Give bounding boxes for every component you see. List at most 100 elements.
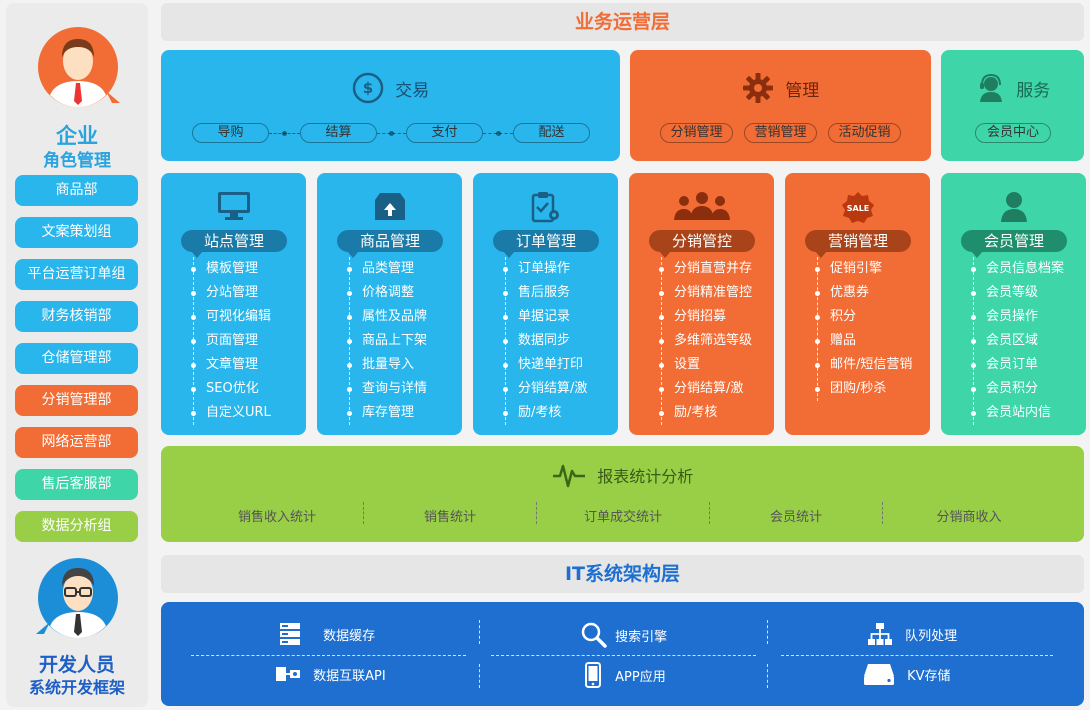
department-button[interactable]: 商品部 (15, 175, 138, 206)
module-item[interactable]: 邮件/短信营销 (815, 353, 927, 377)
report-item[interactable]: 分销商收入 (909, 506, 1029, 525)
hierarchy-icon (868, 623, 892, 645)
module-title-tag[interactable]: 商品管理 (337, 230, 443, 258)
it-vdivider (479, 664, 480, 688)
module-item-list: 分销直营并存 分销精准管控 分销招募 多维筛选等级 设置 分销结算/激 励/考核 (659, 257, 771, 425)
report-item[interactable]: 会员统计 (736, 506, 856, 525)
module-item[interactable]: 团购/秒杀 (815, 377, 927, 401)
manage-pill-promotion[interactable]: 活动促销 (828, 123, 901, 143)
department-button[interactable]: 财务核销部 (15, 301, 138, 332)
department-button[interactable]: 网络运营部 (15, 427, 138, 458)
module-item[interactable]: 单据记录 (503, 305, 615, 329)
manage-panel: 管理 分销管理 营销管理 活动促销 (630, 50, 931, 161)
module-item[interactable]: 会员积分 (971, 377, 1083, 401)
module-item[interactable]: 商品上下架 (347, 329, 459, 353)
it-search-engine: 搜索引擎 (581, 622, 667, 648)
service-pill-member-center[interactable]: 会员中心 (975, 123, 1051, 143)
trade-step[interactable]: 支付 (406, 123, 483, 143)
department-button[interactable]: 售后客服部 (15, 469, 138, 500)
department-button[interactable]: 数据分析组 (15, 511, 138, 542)
module-item[interactable]: 自定义URL (191, 401, 303, 425)
module-item[interactable]: 积分 (815, 305, 927, 329)
pulse-chart-icon (552, 464, 585, 488)
trade-step[interactable]: 配送 (513, 123, 590, 143)
module-item[interactable]: SEO优化 (191, 377, 303, 401)
dollar-coin-icon: $ (352, 72, 384, 104)
module-item[interactable]: 励/考核 (659, 401, 771, 425)
module-item[interactable]: 分销招募 (659, 305, 771, 329)
report-divider (709, 502, 710, 524)
module-item[interactable]: 会员操作 (971, 305, 1083, 329)
module-item[interactable]: 售后服务 (503, 281, 615, 305)
module-item[interactable]: 赠品 (815, 329, 927, 353)
module-item[interactable]: 查询与详情 (347, 377, 459, 401)
manage-pill-distribution[interactable]: 分销管理 (660, 123, 733, 143)
department-button[interactable]: 文案策划组 (15, 217, 138, 248)
module-item[interactable]: 模板管理 (191, 257, 303, 281)
module-item[interactable]: 可视化编辑 (191, 305, 303, 329)
svg-text:$: $ (363, 79, 373, 97)
module-item[interactable]: 励/考核 (503, 401, 615, 425)
module-item[interactable]: 价格调整 (347, 281, 459, 305)
storage-drive-icon (864, 664, 894, 685)
module-item-list: 模板管理 分站管理 可视化编辑 页面管理 文章管理 SEO优化 自定义URL (191, 257, 303, 425)
department-button[interactable]: 平台运营订单组 (15, 259, 138, 290)
module-item[interactable]: 会员区域 (971, 329, 1083, 353)
module-title-tag[interactable]: 站点管理 (181, 230, 287, 258)
module-item[interactable]: 分销结算/激 (659, 377, 771, 401)
module-item[interactable]: 文章管理 (191, 353, 303, 377)
report-item[interactable]: 销售统计 (390, 506, 510, 525)
module-item[interactable]: 促销引擎 (815, 257, 927, 281)
trade-panel: $ 交易 导购 结算 支付 配送 (161, 50, 620, 161)
module-card: 分销管控 分销直营并存 分销精准管控 分销招募 多维筛选等级 设置 分销结算/激 励/考核 (629, 173, 774, 435)
enterprise-avatar (36, 25, 120, 109)
module-item[interactable]: 设置 (659, 353, 771, 377)
connector-dot (282, 130, 287, 136)
module-item[interactable]: 数据同步 (503, 329, 615, 353)
module-item[interactable]: 批量导入 (347, 353, 459, 377)
module-item[interactable]: 页面管理 (191, 329, 303, 353)
report-item[interactable]: 订单成交统计 (563, 506, 683, 525)
module-title-tag[interactable]: 会员管理 (961, 230, 1067, 258)
monitor-icon (161, 191, 306, 225)
report-divider (536, 502, 537, 524)
it-layer-title: IT系统架构层 (161, 555, 1084, 593)
search-icon (581, 622, 607, 648)
module-item[interactable]: 会员站内信 (971, 401, 1083, 425)
module-item[interactable]: 分销结算/激 (503, 377, 615, 401)
module-item[interactable]: 快递单打印 (503, 353, 615, 377)
module-card: 会员管理 会员信息档案 会员等级 会员操作 会员区域 会员订单 会员积分 会员站内信 (941, 173, 1086, 435)
manage-title: 管理 (785, 80, 820, 101)
module-item[interactable]: 会员等级 (971, 281, 1083, 305)
it-vdivider (767, 664, 768, 688)
module-title-tag[interactable]: 分销管控 (649, 230, 755, 258)
trade-step[interactable]: 导购 (192, 123, 269, 143)
module-item-list: 品类管理 价格调整 属性及品牌 商品上下架 批量导入 查询与详情 库存管理 (347, 257, 459, 425)
module-item[interactable]: 会员信息档案 (971, 257, 1083, 281)
module-item[interactable]: 分销直营并存 (659, 257, 771, 281)
module-item[interactable]: 品类管理 (347, 257, 459, 281)
report-divider (363, 502, 364, 524)
module-item[interactable]: 属性及品牌 (347, 305, 459, 329)
trade-step[interactable]: 结算 (300, 123, 377, 143)
connector-dot (389, 130, 394, 136)
module-item-list: 订单操作 售后服务 单据记录 数据同步 快递单打印 分销结算/激 励/考核 (503, 257, 615, 425)
department-button[interactable]: 仓储管理部 (15, 343, 138, 374)
it-queue-processing: 队列处理 (867, 622, 957, 646)
module-item[interactable]: 优惠券 (815, 281, 927, 305)
module-item[interactable]: 会员订单 (971, 353, 1083, 377)
developer-subtitle: 系统开发框架 (28, 678, 125, 697)
module-item[interactable]: 分销精准管控 (659, 281, 771, 305)
people-group-icon (629, 191, 774, 225)
module-item[interactable]: 分站管理 (191, 281, 303, 305)
department-button[interactable]: 分销管理部 (15, 385, 138, 416)
svg-text:SALE: SALE (846, 204, 869, 213)
module-title-tag[interactable]: 订单管理 (493, 230, 599, 258)
developer-avatar (36, 556, 120, 640)
module-item[interactable]: 库存管理 (347, 401, 459, 425)
report-item[interactable]: 销售收入统计 (217, 506, 337, 525)
module-item[interactable]: 订单操作 (503, 257, 615, 281)
module-title-tag[interactable]: 营销管理 (805, 230, 911, 258)
module-item[interactable]: 多维筛选等级 (659, 329, 771, 353)
manage-pill-marketing[interactable]: 营销管理 (744, 123, 817, 143)
